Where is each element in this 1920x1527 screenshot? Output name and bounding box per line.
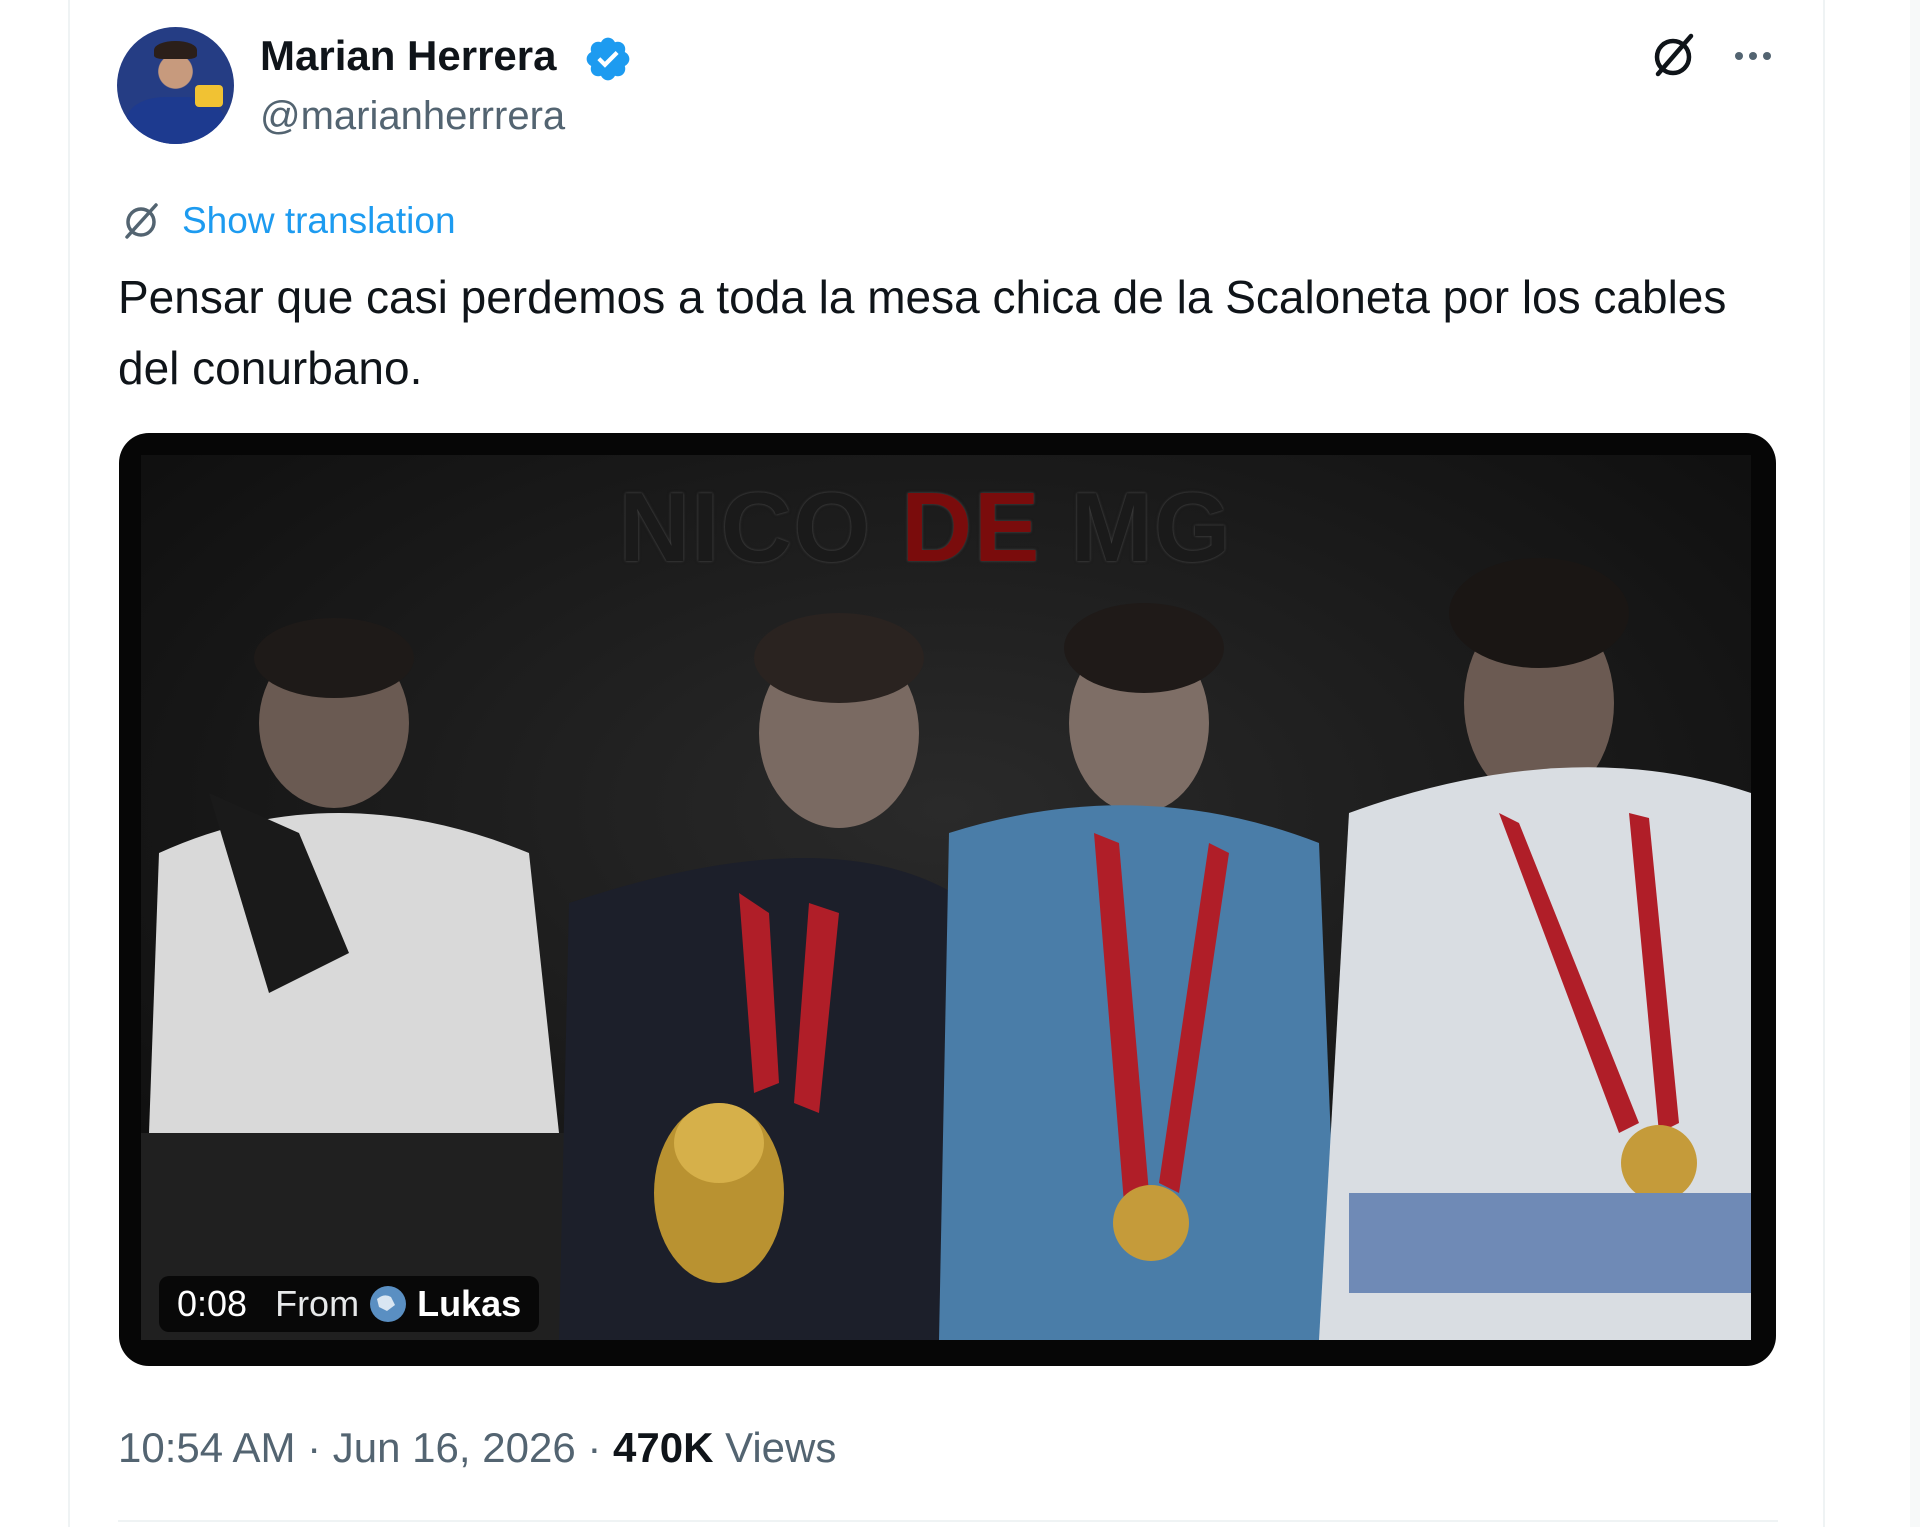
author-avatar[interactable] xyxy=(117,27,234,144)
tweet-text: Pensar que casi perdemos a toda la mesa … xyxy=(118,271,1727,394)
avatar-detail xyxy=(195,85,223,107)
show-translation-row[interactable]: Show translation xyxy=(118,196,456,246)
grok-icon[interactable] xyxy=(1645,28,1701,84)
tweet-meta: 10:54 AM · Jun 16, 2026 · 470K Views xyxy=(118,1420,836,1476)
scrollbar-track[interactable] xyxy=(1910,0,1920,1527)
tweet-time[interactable]: 10:54 AM xyxy=(118,1424,295,1471)
watermark-text: NICO xyxy=(619,472,902,582)
meta-separator: · xyxy=(575,1424,613,1471)
show-translation-link[interactable]: Show translation xyxy=(182,200,456,242)
video-duration: 0:08 xyxy=(177,1283,248,1324)
more-icon[interactable] xyxy=(1725,28,1781,84)
verified-badge-icon xyxy=(586,37,630,81)
video-from-label: From xyxy=(275,1283,360,1324)
tweet-date[interactable]: Jun 16, 2026 xyxy=(333,1424,576,1471)
source-avatar-icon xyxy=(370,1286,407,1322)
watermark-text-end: MG xyxy=(1041,472,1233,582)
video-player[interactable]: NICO DE MG 0:08 From Lukas xyxy=(119,433,1776,1366)
meta-separator: · xyxy=(295,1424,333,1471)
grok-icon xyxy=(125,203,158,239)
divider xyxy=(118,1520,1778,1522)
views-count: 470K xyxy=(613,1424,714,1471)
video-source-name[interactable]: Lukas xyxy=(417,1283,521,1325)
author-handle[interactable]: @marianherrrera xyxy=(260,92,565,140)
views-label: Views xyxy=(713,1424,837,1471)
watermark-text-red: DE xyxy=(901,472,1042,582)
author-name[interactable]: Marian Herrera xyxy=(260,30,556,82)
avatar-hair xyxy=(154,41,197,59)
video-info-badge[interactable]: 0:08 From Lukas xyxy=(159,1276,540,1332)
video-watermark: NICO DE MG xyxy=(619,471,1232,584)
